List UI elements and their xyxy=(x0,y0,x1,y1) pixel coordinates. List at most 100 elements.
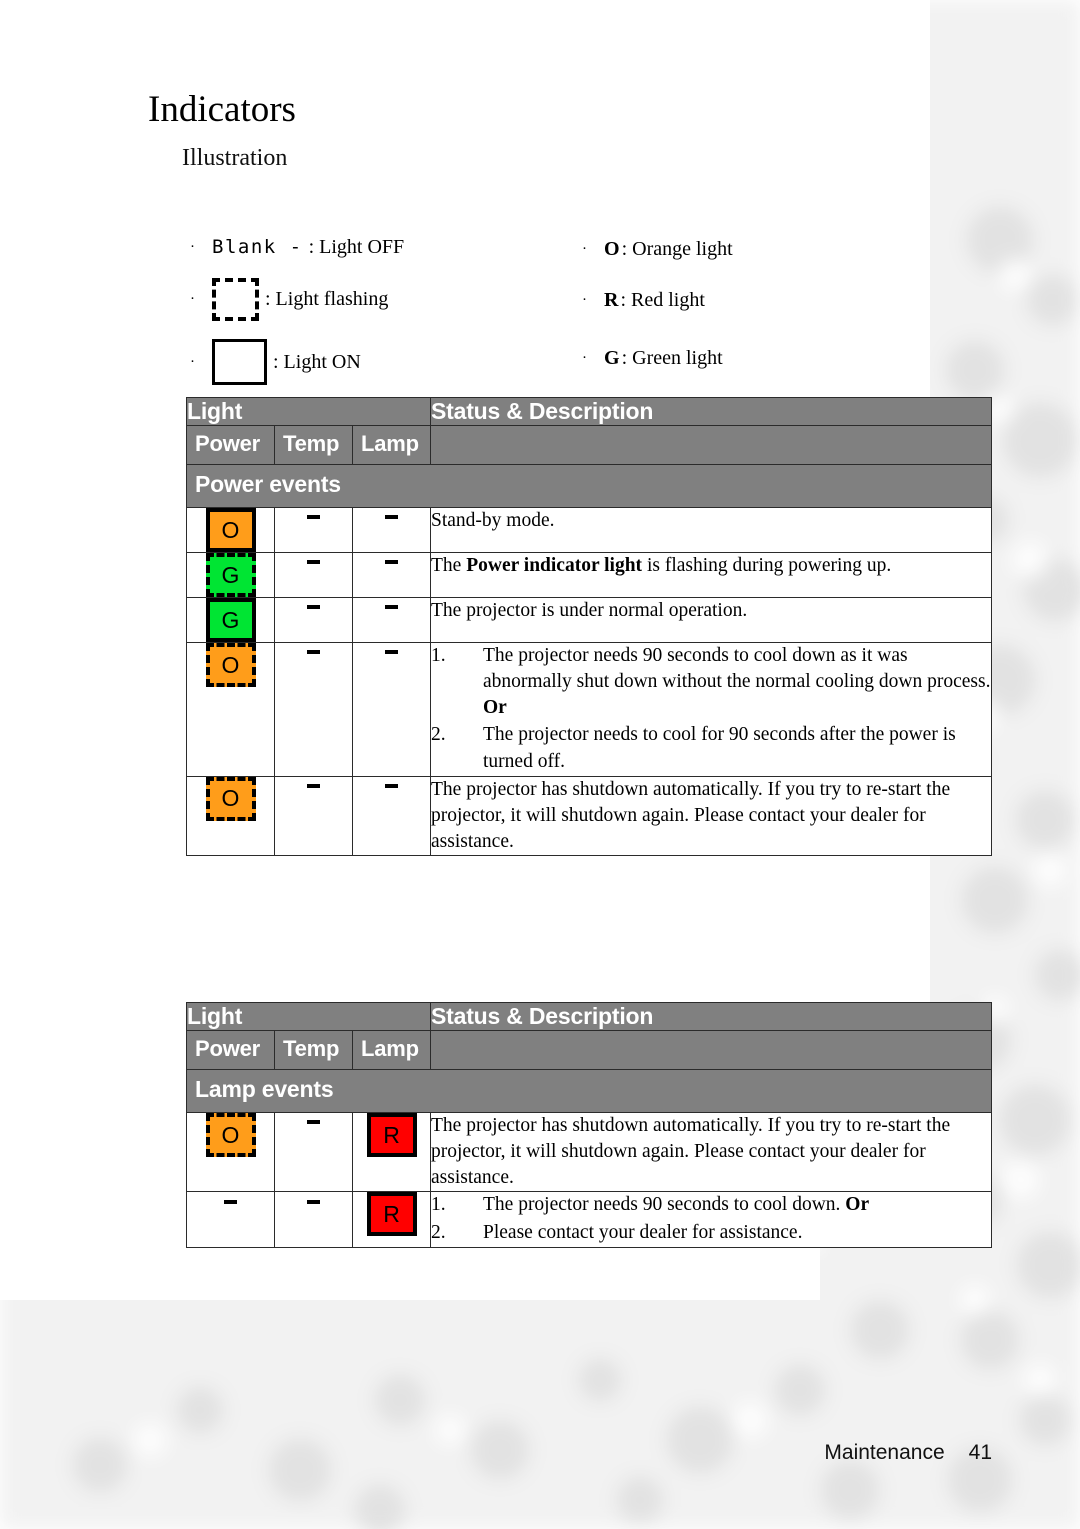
legend-column-right: · O : Orange light · R : Red light · G :… xyxy=(578,226,968,388)
section-heading: Illustration xyxy=(182,145,288,171)
table-events-title-row: Lamp events xyxy=(186,1069,992,1113)
legend-item-light-on: · : Light ON xyxy=(186,330,576,394)
power-indicator-cell: G xyxy=(186,597,275,643)
lamp-indicator-cell xyxy=(352,507,431,553)
table-row: O Stand-by mode. xyxy=(186,507,992,553)
blank-dash-icon: Blank - xyxy=(212,236,303,258)
header-power: Power xyxy=(186,425,275,465)
temp-indicator-off-dash-icon xyxy=(307,560,320,565)
temp-indicator-off-dash-icon xyxy=(307,1199,320,1204)
list-item-number: 1. xyxy=(431,1194,446,1216)
legend-label: : Orange light xyxy=(621,237,733,260)
temp-indicator-cell xyxy=(274,507,353,553)
header-spacer xyxy=(430,1030,992,1070)
table-row: O The projector has shutdown automaticall… xyxy=(186,775,992,857)
temp-indicator-off-dash-icon xyxy=(307,1120,320,1125)
header-status-description: Status & Description xyxy=(430,1002,992,1031)
table-row: R 1. The projector needs 90 seconds to coo… xyxy=(186,1191,992,1248)
temp-indicator-cell xyxy=(274,642,353,777)
table-header-row-top: Light Status & Description xyxy=(186,397,992,426)
lamp-indicator-off-dash-icon xyxy=(385,605,398,610)
list-item: 1. The projector needs 90 seconds to cool… xyxy=(431,1192,991,1218)
status-description-cell: 1. The projector needs 90 seconds to cool… xyxy=(430,1191,992,1248)
temp-indicator-cell xyxy=(274,597,353,643)
power-indicator-green-dashed-indicator-icon: G xyxy=(205,553,256,597)
footer-page-number: 41 xyxy=(968,1441,992,1464)
description-numbered-list: 1. The projector needs 90 seconds to cool… xyxy=(431,1192,991,1245)
list-item-text: Please contact your dealer for assistanc… xyxy=(483,1221,803,1243)
power-indicator-cell: O xyxy=(186,1111,275,1193)
events-title: Power events xyxy=(186,464,992,508)
legend-label: : Light OFF xyxy=(308,235,405,258)
bullet-icon: · xyxy=(190,353,195,370)
legend-column-left: · Blank - : Light OFF · : Light flashing… xyxy=(186,226,576,394)
lamp-events-table: Light Status & Description Power Temp Lamp L… xyxy=(186,1002,992,1248)
power-events-table: Light Status & Description Power Temp Lamp P… xyxy=(186,397,992,857)
lamp-indicator-off-dash-icon xyxy=(385,783,398,788)
legend-item-red-light: · R : Red light xyxy=(578,272,968,328)
header-light: Light xyxy=(186,397,431,426)
bullet-icon: · xyxy=(582,291,587,308)
status-description-cell: The projector has shutdown automatically… xyxy=(430,1111,992,1193)
list-item: 2. The projector needs to cool for 90 sec… xyxy=(431,722,991,774)
legend-item-light-off: · Blank - : Light OFF xyxy=(186,226,576,268)
emphasised-term: Power indicator light xyxy=(466,555,643,576)
power-indicator-cell: O xyxy=(186,642,275,777)
status-description-cell: 1. The projector needs 90 seconds to cool… xyxy=(430,642,992,777)
status-description-cell: Stand-by mode. xyxy=(430,507,992,553)
page-footer: Maintenance 41 xyxy=(824,1441,992,1465)
table-row: O R The projector has shutdown automatical… xyxy=(186,1111,992,1193)
power-indicator-orange-dashed-indicator-icon: O xyxy=(205,776,256,821)
legend-label: : Red light xyxy=(620,288,705,311)
legend-item-orange-light: · O : Orange light xyxy=(578,226,968,272)
temp-indicator-cell xyxy=(274,1111,353,1193)
list-item-number: 2. xyxy=(431,1221,446,1243)
header-lamp: Lamp xyxy=(352,425,431,465)
page-title: Indicators xyxy=(148,89,296,130)
table-row: G The projector is under normal operation… xyxy=(186,597,992,643)
table-header-row-top: Light Status & Description xyxy=(186,1002,992,1031)
status-description-cell: The projector has shutdown automatically… xyxy=(430,775,992,857)
events-title: Lamp events xyxy=(186,1069,992,1113)
header-status-description: Status & Description xyxy=(430,397,992,426)
lamp-indicator-cell: R xyxy=(352,1191,431,1248)
solid-square-icon xyxy=(212,339,267,385)
table-row: O 1. The projector needs 90 seconds to coo… xyxy=(186,642,992,777)
list-item-number: 1. xyxy=(431,645,446,666)
lamp-indicator-cell: R xyxy=(352,1111,431,1193)
lamp-indicator-cell xyxy=(352,775,431,857)
temp-indicator-off-dash-icon xyxy=(307,515,320,520)
header-power: Power xyxy=(186,1030,275,1070)
lamp-indicator-off-dash-icon xyxy=(385,560,398,565)
list-item-text: The projector needs to cool for 90 secon… xyxy=(483,724,956,772)
header-temp: Temp xyxy=(274,425,353,465)
bullet-icon: · xyxy=(582,349,587,366)
header-temp: Temp xyxy=(274,1030,353,1070)
dashed-square-icon xyxy=(212,277,259,321)
bullet-icon: · xyxy=(190,238,195,255)
letter-g-icon: G xyxy=(604,346,620,369)
status-description-cell: The projector is under normal operation. xyxy=(430,597,992,643)
list-item-number: 2. xyxy=(431,724,446,746)
power-indicator-cell: O xyxy=(186,775,275,857)
legend-label: : Light ON xyxy=(273,350,361,373)
list-item-conjunction: Or xyxy=(845,1194,870,1216)
header-spacer xyxy=(430,425,992,465)
lamp-indicator-off-dash-icon xyxy=(385,650,398,655)
status-description-cell: The Power indicator light is flashing du… xyxy=(430,552,992,598)
lamp-indicator-cell xyxy=(352,552,431,598)
lamp-indicator-off-dash-icon xyxy=(385,515,398,520)
table-row: G The Power indicator light is flashing d… xyxy=(186,552,992,598)
power-indicator-green-solid-indicator-icon: G xyxy=(205,598,256,642)
list-item: 1. The projector needs 90 seconds to cool… xyxy=(431,643,991,721)
table-events-title-row: Power events xyxy=(186,464,992,508)
lamp-indicator-red-solid-indicator-icon: R xyxy=(366,1192,417,1237)
temp-indicator-off-dash-icon xyxy=(307,783,320,788)
bullet-icon: · xyxy=(190,290,195,307)
legend-item-green-light: · G : Green light xyxy=(578,328,968,388)
temp-indicator-cell xyxy=(274,775,353,857)
temp-indicator-cell xyxy=(274,552,353,598)
document-page: Indicators Illustration · Blank - : Ligh… xyxy=(0,0,1080,1529)
legend-item-light-flashing: · : Light flashing xyxy=(186,268,576,330)
temp-indicator-off-dash-icon xyxy=(307,605,320,610)
